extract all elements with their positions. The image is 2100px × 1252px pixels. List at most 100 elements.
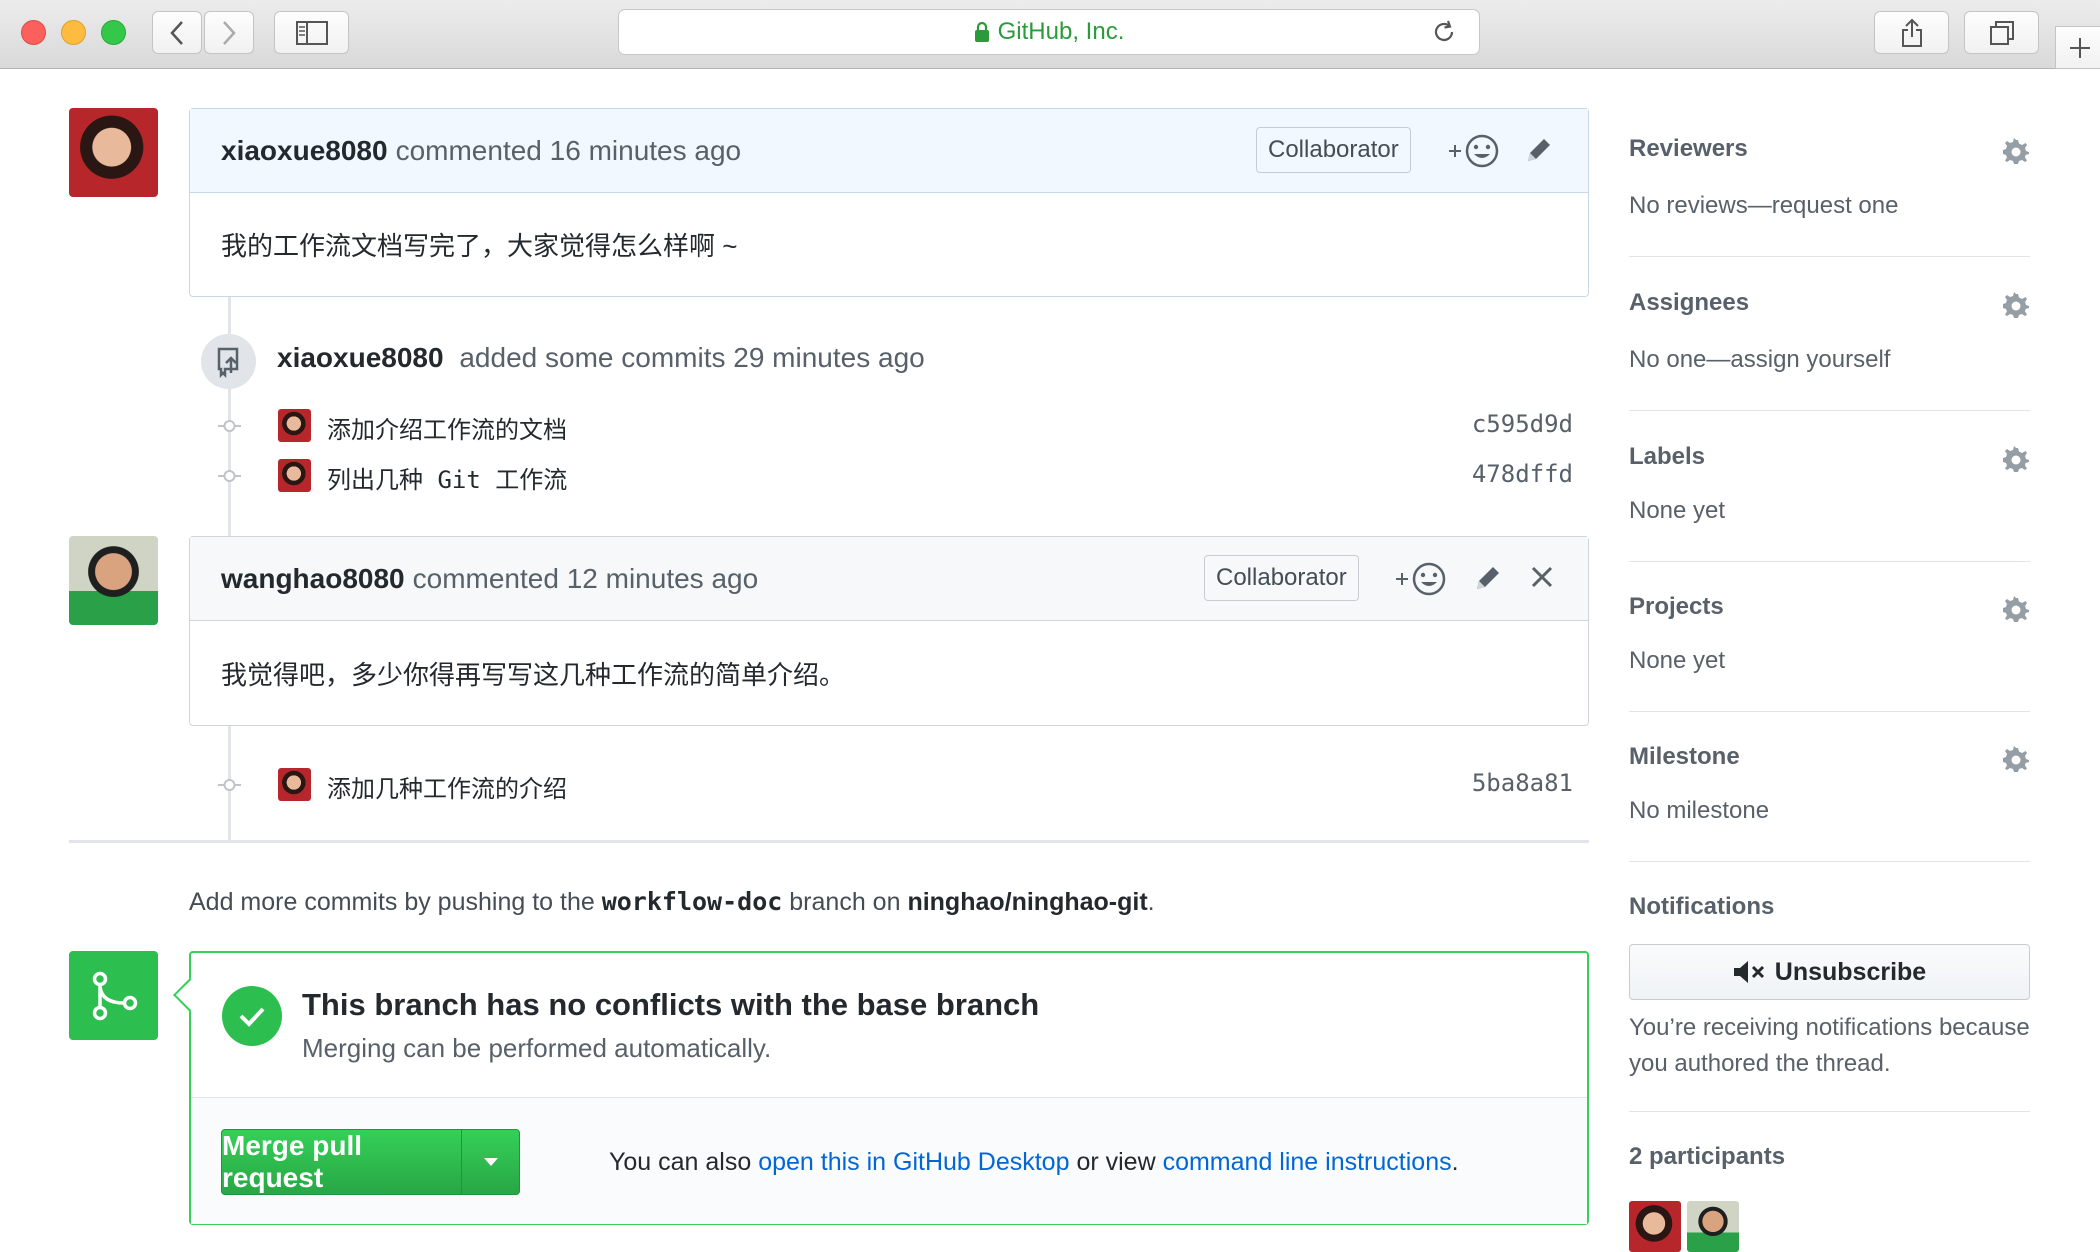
comment-author[interactable]: wanghao8080	[221, 563, 405, 595]
reviewers-value[interactable]: No reviews—request one	[1629, 192, 1898, 220]
participants-title: 2 participants	[1629, 1143, 1786, 1170]
check-circle-icon	[222, 986, 282, 1046]
commit-message[interactable]: 列出几种 Git 工作流	[327, 460, 567, 495]
gear-icon[interactable]	[2002, 292, 2030, 320]
gear-icon[interactable]	[2002, 596, 2030, 624]
merge-box: This branch has no conflicts with the ba…	[173, 951, 1589, 1225]
commit-author-avatar[interactable]	[278, 459, 311, 492]
open-in-desktop-link[interactable]: open this in GitHub Desktop	[758, 1148, 1069, 1176]
commit-sha[interactable]: c595d9d	[1472, 410, 1573, 438]
collaborator-badge: Collaborator	[1256, 127, 1411, 173]
comment-timestamp[interactable]: commented 16 minutes ago	[396, 135, 742, 167]
labels-title[interactable]: Labels	[1629, 443, 1705, 471]
push-hint-suffix: .	[1147, 888, 1155, 916]
merge-pull-request-button[interactable]: Merge pull request	[222, 1130, 461, 1194]
mute-icon	[1733, 961, 1764, 983]
delete-x-icon[interactable]	[1530, 565, 1554, 589]
assignees-value[interactable]: No one—assign yourself	[1629, 346, 1890, 374]
commit-row: 添加几种工作流的介绍 5ba8a81	[0, 765, 1590, 805]
lock-icon	[974, 21, 989, 42]
zoom-window-button[interactable]	[101, 20, 126, 45]
participant-avatar[interactable]	[1687, 1201, 1739, 1252]
participant-avatar[interactable]	[1629, 1201, 1681, 1252]
git-commit-icon	[218, 779, 241, 791]
git-commit-icon	[218, 470, 241, 482]
repo-push-icon	[217, 347, 238, 378]
avatar-wanghao8080[interactable]	[69, 536, 158, 625]
commit-event-text: xiaoxue8080 added some commits 29 minute…	[277, 342, 925, 374]
reviewers-title[interactable]: Reviewers	[1629, 135, 1748, 163]
commit-message[interactable]: 添加介绍工作流的文档	[327, 410, 567, 445]
labels-value: None yet	[1629, 497, 1726, 524]
merge-method-dropdown[interactable]	[461, 1130, 519, 1194]
commit-row: 列出几种 Git 工作流 478dffd	[0, 456, 1590, 496]
commit-author-avatar[interactable]	[278, 409, 311, 442]
commit-sha[interactable]: 478dffd	[1472, 460, 1573, 488]
gear-icon[interactable]	[2002, 746, 2030, 774]
sidebar-toggle-button[interactable]	[274, 11, 349, 54]
git-merge-icon	[92, 971, 137, 1020]
timeline-divider	[69, 840, 1589, 843]
commit-message[interactable]: 添加几种工作流的介绍	[327, 769, 567, 804]
chevron-left-icon	[170, 20, 183, 45]
share-icon	[1901, 18, 1922, 47]
plus-icon	[2070, 37, 2090, 58]
commit-author-avatar[interactable]	[278, 768, 311, 801]
add-reaction-icon[interactable]	[1447, 133, 1501, 169]
sidebar-reviewers: Reviewers No reviews—request one	[1629, 128, 2030, 257]
add-reaction-icon[interactable]	[1394, 561, 1448, 597]
notification-reason: You’re receiving notifications because y…	[1629, 1014, 2030, 1077]
comment-timestamp[interactable]: commented 12 minutes ago	[413, 563, 759, 595]
git-commit-icon	[218, 420, 241, 432]
gear-icon[interactable]	[2002, 138, 2030, 166]
comment-body: 我觉得吧，多少你得再写写这几种工作流的简单介绍。	[221, 659, 846, 690]
browser-toolbar: GitHub, Inc.	[0, 0, 2100, 69]
address-bar[interactable]: GitHub, Inc.	[618, 9, 1480, 55]
avatar-xiaoxue8080[interactable]	[69, 108, 158, 197]
forward-button[interactable]	[204, 11, 254, 54]
push-hint-middle: branch on	[789, 888, 901, 916]
close-window-button[interactable]	[21, 20, 46, 45]
milestone-title[interactable]: Milestone	[1629, 743, 1740, 771]
sidebar-labels: Labels None yet	[1629, 436, 2030, 562]
push-hint: Add more commits by pushing to the workf…	[189, 887, 1155, 917]
merge-status: This branch has no conflicts with the ba…	[191, 953, 1587, 1098]
show-tabs-button[interactable]	[1964, 11, 2039, 54]
new-tab-button[interactable]	[2055, 26, 2100, 69]
merge-status-title: This branch has no conflicts with the ba…	[302, 987, 1040, 1022]
assignees-title[interactable]: Assignees	[1629, 289, 1749, 317]
commit-event-author[interactable]: xiaoxue8080	[277, 342, 444, 373]
gear-icon[interactable]	[2002, 446, 2030, 474]
commit-sha[interactable]: 5ba8a81	[1472, 769, 1573, 797]
unsubscribe-label: Unsubscribe	[1774, 957, 1927, 986]
projects-title[interactable]: Projects	[1629, 593, 1724, 621]
commit-row: 添加介绍工作流的文档 c595d9d	[0, 406, 1590, 446]
sidebar-milestone: Milestone No milestone	[1629, 736, 2030, 862]
unsubscribe-button[interactable]: Unsubscribe	[1629, 944, 2030, 1000]
reload-icon[interactable]	[1431, 19, 1457, 45]
push-hint-prefix: Add more commits by pushing to the	[189, 888, 595, 916]
comment-author[interactable]: xiaoxue8080	[221, 135, 388, 167]
comment-header: wanghao8080 commented 12 minutes ago Col…	[190, 537, 1588, 621]
sidebar-assignees: Assignees No one—assign yourself	[1629, 282, 2030, 411]
minimize-window-button[interactable]	[61, 20, 86, 45]
branch-name: workflow-doc	[601, 887, 783, 916]
chevron-right-icon	[223, 20, 236, 45]
repo-name: ninghao/ninghao-git	[907, 888, 1148, 916]
commit-event-timestamp: added some commits 29 minutes ago	[459, 342, 925, 373]
comment-body: 我的工作流文档写完了，大家觉得怎么样啊 ~	[221, 231, 738, 261]
merge-status-badge	[69, 951, 158, 1040]
comment-card: xiaoxue8080 commented 16 minutes ago Col…	[189, 108, 1589, 297]
milestone-value: No milestone	[1629, 797, 1770, 824]
edit-pencil-icon[interactable]	[1524, 135, 1554, 165]
collaborator-badge: Collaborator	[1204, 555, 1359, 601]
share-button[interactable]	[1874, 11, 1949, 54]
back-button[interactable]	[152, 11, 202, 54]
merge-status-subtitle: Merging can be performed automatically.	[302, 1033, 772, 1063]
projects-value: None yet	[1629, 647, 1726, 674]
command-line-instructions-link[interactable]: command line instructions	[1163, 1148, 1452, 1176]
merge-actions: Merge pull request You can also open thi…	[191, 1098, 1587, 1224]
merge-alt-middle: or view	[1076, 1148, 1156, 1176]
edit-pencil-icon[interactable]	[1473, 563, 1503, 593]
tabs-icon	[1989, 20, 2014, 45]
